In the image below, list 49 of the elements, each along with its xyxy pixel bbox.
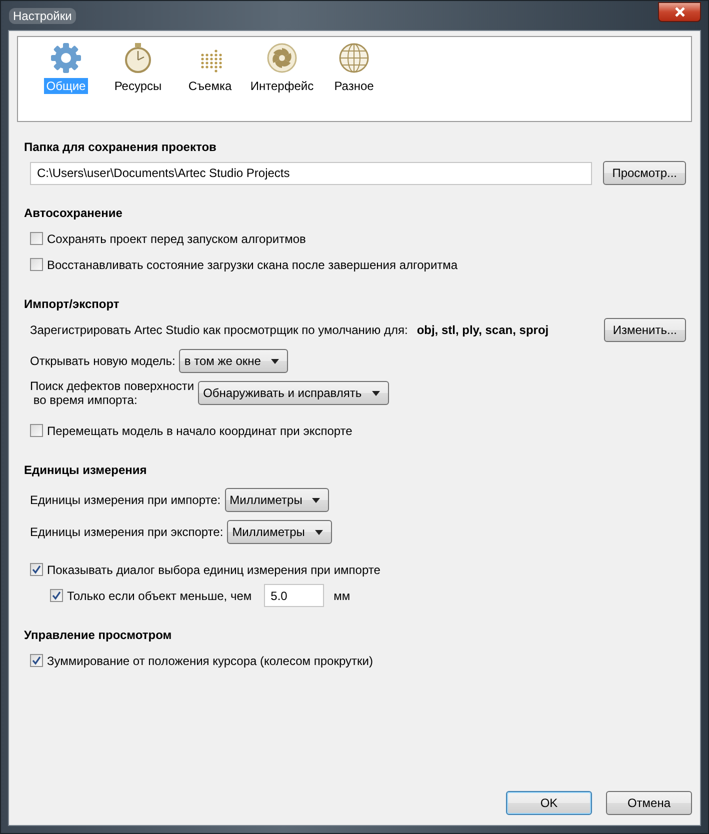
- gear-icon: [50, 42, 82, 74]
- checkbox-label: Перемещать модель в начало координат при экспорте: [47, 424, 352, 438]
- register-label: Зарегистрировать Artec Studio как просмотрщик по умолчанию для:: [30, 323, 408, 337]
- checkbox-label: Показывать диалог выбора единиц измерения при импорте: [47, 562, 380, 576]
- globe-icon: [338, 42, 370, 74]
- toolbar-tab[interactable]: Съемка: [186, 78, 234, 94]
- checkbox-label: Сохранять проект перед запуском алгоритмов: [47, 232, 306, 246]
- section-title: Папка для сохранения проектов: [24, 140, 218, 154]
- dropdown-arrow-icon: [312, 498, 320, 502]
- option-label: Поиск дефектов поверхности во время импорта:: [30, 379, 194, 407]
- option-label: Единицы измерения при импорте:: [30, 493, 221, 507]
- dropdown[interactable]: Миллиметры: [227, 520, 332, 544]
- toolbar-tab[interactable]: Разное: [332, 78, 376, 94]
- checkbox[interactable]: [30, 654, 43, 667]
- checkbox-label: Только если объект меньше, чем: [67, 588, 252, 602]
- checkbox[interactable]: [30, 424, 43, 437]
- checkbox-label: Восстанавливать состояние загрузки скана после завершения алгоритма: [47, 258, 458, 272]
- dropdown[interactable]: Миллиметры: [224, 488, 330, 512]
- aperture-icon: [266, 42, 298, 74]
- dropdown-arrow-icon: [314, 530, 323, 534]
- close-icon: [672, 6, 686, 16]
- toolbar-tab[interactable]: Ресурсы: [112, 78, 164, 94]
- toolbar-tab[interactable]: Интерфейс: [248, 78, 316, 94]
- formats-label: obj, stl, ply, scan, sproj: [416, 323, 550, 337]
- change-button[interactable]: Изменить...: [604, 318, 686, 342]
- checkbox[interactable]: [30, 232, 43, 245]
- dialog-button[interactable]: Отмена: [606, 791, 692, 815]
- close-button[interactable]: [658, 2, 701, 22]
- section-title: Автосохранение: [24, 206, 124, 220]
- size-field[interactable]: 5.0: [264, 584, 324, 607]
- option-label: Единицы измерения при экспорте:: [30, 525, 224, 539]
- section-title: Управление просмотром: [24, 628, 173, 642]
- section-title: Импорт/экспорт: [24, 297, 120, 311]
- checkbox[interactable]: [30, 258, 43, 271]
- dropdown-arrow-icon: [270, 358, 279, 364]
- unit-label: мм: [334, 588, 350, 602]
- window-title: Настройки: [9, 8, 76, 24]
- stopwatch-icon: [122, 42, 154, 74]
- checkbox-label: Зуммирование от положения курсора (колесом прокрутки): [47, 654, 373, 668]
- checkbox[interactable]: [30, 563, 43, 576]
- option-label: Открывать новую модель:: [30, 354, 176, 368]
- dropdown[interactable]: Обнаруживать и исправлять: [198, 381, 389, 405]
- checkbox[interactable]: [50, 589, 63, 602]
- dialog-button[interactable]: OK: [506, 791, 592, 815]
- dropdown[interactable]: в том же окне: [179, 349, 288, 373]
- browse-button[interactable]: Просмотр...: [603, 161, 686, 185]
- section-title: Единицы измерения: [24, 463, 148, 477]
- folder-path-field[interactable]: C:\Users\user\Documents\Artec Studio Projects: [30, 162, 592, 184]
- dropdown-arrow-icon: [372, 390, 380, 396]
